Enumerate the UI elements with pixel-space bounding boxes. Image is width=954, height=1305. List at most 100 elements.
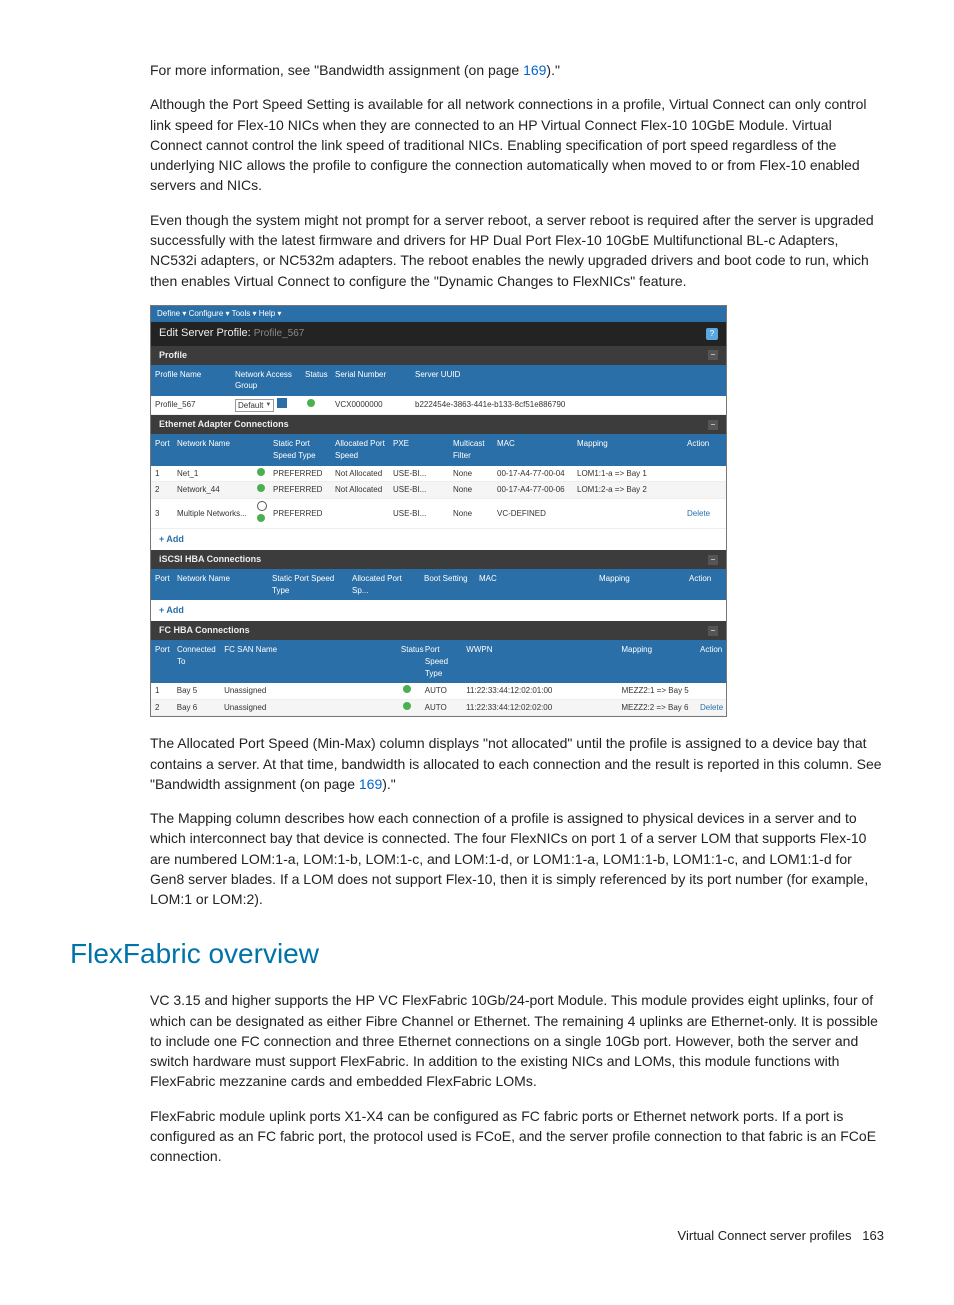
help-icon[interactable]: ? (706, 328, 718, 340)
menu-bar[interactable]: Define ▾ Configure ▾ Tools ▾ Help ▾ (151, 306, 726, 322)
cell-port: 1 (151, 466, 173, 482)
cell-network[interactable]: Net_1 (173, 466, 251, 482)
cell-map (573, 511, 683, 515)
col-alloc-speed: Allocated Port Speed (331, 436, 389, 463)
paragraph-port-speed: Although the Port Speed Setting is avail… (70, 94, 884, 195)
text: )." (546, 62, 560, 78)
col-port: Port (151, 436, 173, 463)
cell-serial: VCX0000000 (331, 397, 411, 413)
text: The Allocated Port Speed (Min-Max) colum… (150, 735, 882, 792)
cell-wwpn: 11:22:33:44:12:02:02:00 (462, 700, 617, 716)
paragraph-allocated-speed: The Allocated Port Speed (Min-Max) colum… (70, 733, 884, 794)
paragraph-reboot: Even though the system might not prompt … (70, 210, 884, 291)
cell-mac: 00-17-A4-77-00-06 (493, 482, 573, 498)
col-boot: Boot Setting (420, 571, 475, 598)
cell-mcf: None (449, 482, 493, 498)
delete-link[interactable]: Delete (683, 506, 713, 522)
text: )." (382, 776, 396, 792)
delete-link[interactable] (683, 471, 713, 475)
footer-text: Virtual Connect server profiles (678, 1228, 852, 1243)
add-ethernet-button[interactable]: + Add (151, 529, 192, 550)
col-mapping: Mapping (617, 642, 696, 681)
iscsi-headers: Port Network Name Static Port Speed Type… (151, 569, 726, 600)
cell-network[interactable]: Network_44 (173, 482, 251, 498)
cell-port: 2 (151, 482, 173, 498)
add-iscsi-button[interactable]: + Add (151, 600, 192, 621)
page-title: Edit Server Profile: (159, 327, 251, 339)
cell-uuid: b222454e-3863-441e-b133-8cf51e886790 (411, 397, 611, 413)
col-mac: MAC (475, 571, 595, 598)
cell-network[interactable]: Multiple Networks... (173, 506, 251, 522)
cell-port: 1 (151, 683, 173, 699)
col-san: FC SAN Name (220, 642, 397, 681)
col-alloc-speed: Allocated Port Sp... (348, 571, 420, 598)
cell-alloc: Not Allocated (331, 466, 389, 482)
heading-flexfabric: FlexFabric overview (70, 934, 884, 975)
col-port: Port (151, 571, 173, 598)
status-ok-icon (403, 685, 411, 693)
collapse-icon[interactable]: – (708, 555, 718, 565)
eth-row[interactable]: 1Net_1PREFERREDNot AllocatedUSE-BI...Non… (151, 466, 726, 483)
col-network: Network Name (173, 436, 251, 463)
status-warn-icon (257, 501, 267, 511)
col-uuid: Server UUID (411, 367, 611, 394)
delete-link[interactable] (696, 689, 726, 693)
col-multicast: Multicast Filter (449, 436, 493, 463)
section-iscsi: iSCSI HBA Connections (159, 553, 261, 566)
section-ethernet: Ethernet Adapter Connections (159, 418, 289, 431)
status-ok-icon (403, 702, 411, 710)
status-ok-icon (257, 514, 265, 522)
delete-link[interactable]: Delete (696, 700, 726, 716)
col-speed-type: Static Port Speed Type (269, 436, 331, 463)
col-connected: Connected To (173, 642, 220, 681)
profile-headers: Profile Name Network Access Group Status… (151, 365, 726, 396)
col-status: Status (397, 642, 421, 681)
cell-speed: PREFERRED (269, 482, 331, 498)
collapse-icon[interactable]: – (708, 420, 718, 430)
eth-row[interactable]: 3Multiple Networks...PREFERREDUSE-BI...N… (151, 499, 726, 529)
cell-mac: VC-DEFINED (493, 506, 573, 522)
cell-nag[interactable]: Default▼ (231, 396, 301, 415)
cell-mac: 00-17-A4-77-00-04 (493, 466, 573, 482)
cell-san[interactable]: Unassigned (220, 700, 397, 716)
fc-row[interactable]: 1Bay 5UnassignedAUTO11:22:33:44:12:02:01… (151, 683, 726, 700)
cell-map: MEZZ2:1 => Bay 5 (618, 683, 697, 699)
cell-san[interactable]: Unassigned (220, 683, 397, 699)
cell-connected: Bay 6 (173, 700, 220, 716)
link-page-169[interactable]: 169 (523, 62, 546, 78)
cell-status (397, 683, 421, 699)
delete-link[interactable] (683, 488, 713, 492)
section-profile: Profile (159, 349, 187, 362)
col-pxe: PXE (389, 436, 449, 463)
paragraph-flexfabric-1: VC 3.15 and higher supports the HP VC Fl… (70, 990, 884, 1091)
col-network: Network Name (173, 571, 268, 598)
cell-status (301, 397, 331, 413)
col-status: Status (301, 367, 331, 394)
cell-profile-name: Profile_567 (151, 397, 231, 413)
status-ok-icon (307, 399, 315, 407)
cell-speed: PREFERRED (269, 506, 331, 522)
cell-map: LOM1:2-a => Bay 2 (573, 482, 683, 498)
status-ok-icon (257, 468, 265, 476)
col-mapping: Mapping (595, 571, 685, 598)
fc-headers: Port Connected To FC SAN Name Status Por… (151, 640, 726, 683)
cell-status (251, 466, 269, 482)
nag-edit-icon[interactable] (277, 398, 287, 408)
eth-row[interactable]: 2Network_44PREFERREDNot AllocatedUSE-BI.… (151, 482, 726, 499)
cell-mcf: None (449, 506, 493, 522)
fc-row[interactable]: 2Bay 6UnassignedAUTO11:22:33:44:12:02:02… (151, 700, 726, 717)
cell-speed: AUTO (421, 700, 462, 716)
cell-speed: AUTO (421, 683, 462, 699)
paragraph-mapping: The Mapping column describes how each co… (70, 808, 884, 909)
col-speed-type: Static Port Speed Type (268, 571, 348, 598)
cell-pxe: USE-BI... (389, 466, 449, 482)
cell-pxe: USE-BI... (389, 482, 449, 498)
page-number: 163 (862, 1228, 884, 1243)
collapse-icon[interactable]: – (708, 626, 718, 636)
link-page-169-b[interactable]: 169 (359, 776, 382, 792)
col-nag: Network Access Group (231, 367, 301, 394)
col-mac: MAC (493, 436, 573, 463)
paragraph-flexfabric-2: FlexFabric module uplink ports X1-X4 can… (70, 1106, 884, 1167)
text: For more information, see "Bandwidth ass… (150, 62, 523, 78)
collapse-icon[interactable]: – (708, 350, 718, 360)
